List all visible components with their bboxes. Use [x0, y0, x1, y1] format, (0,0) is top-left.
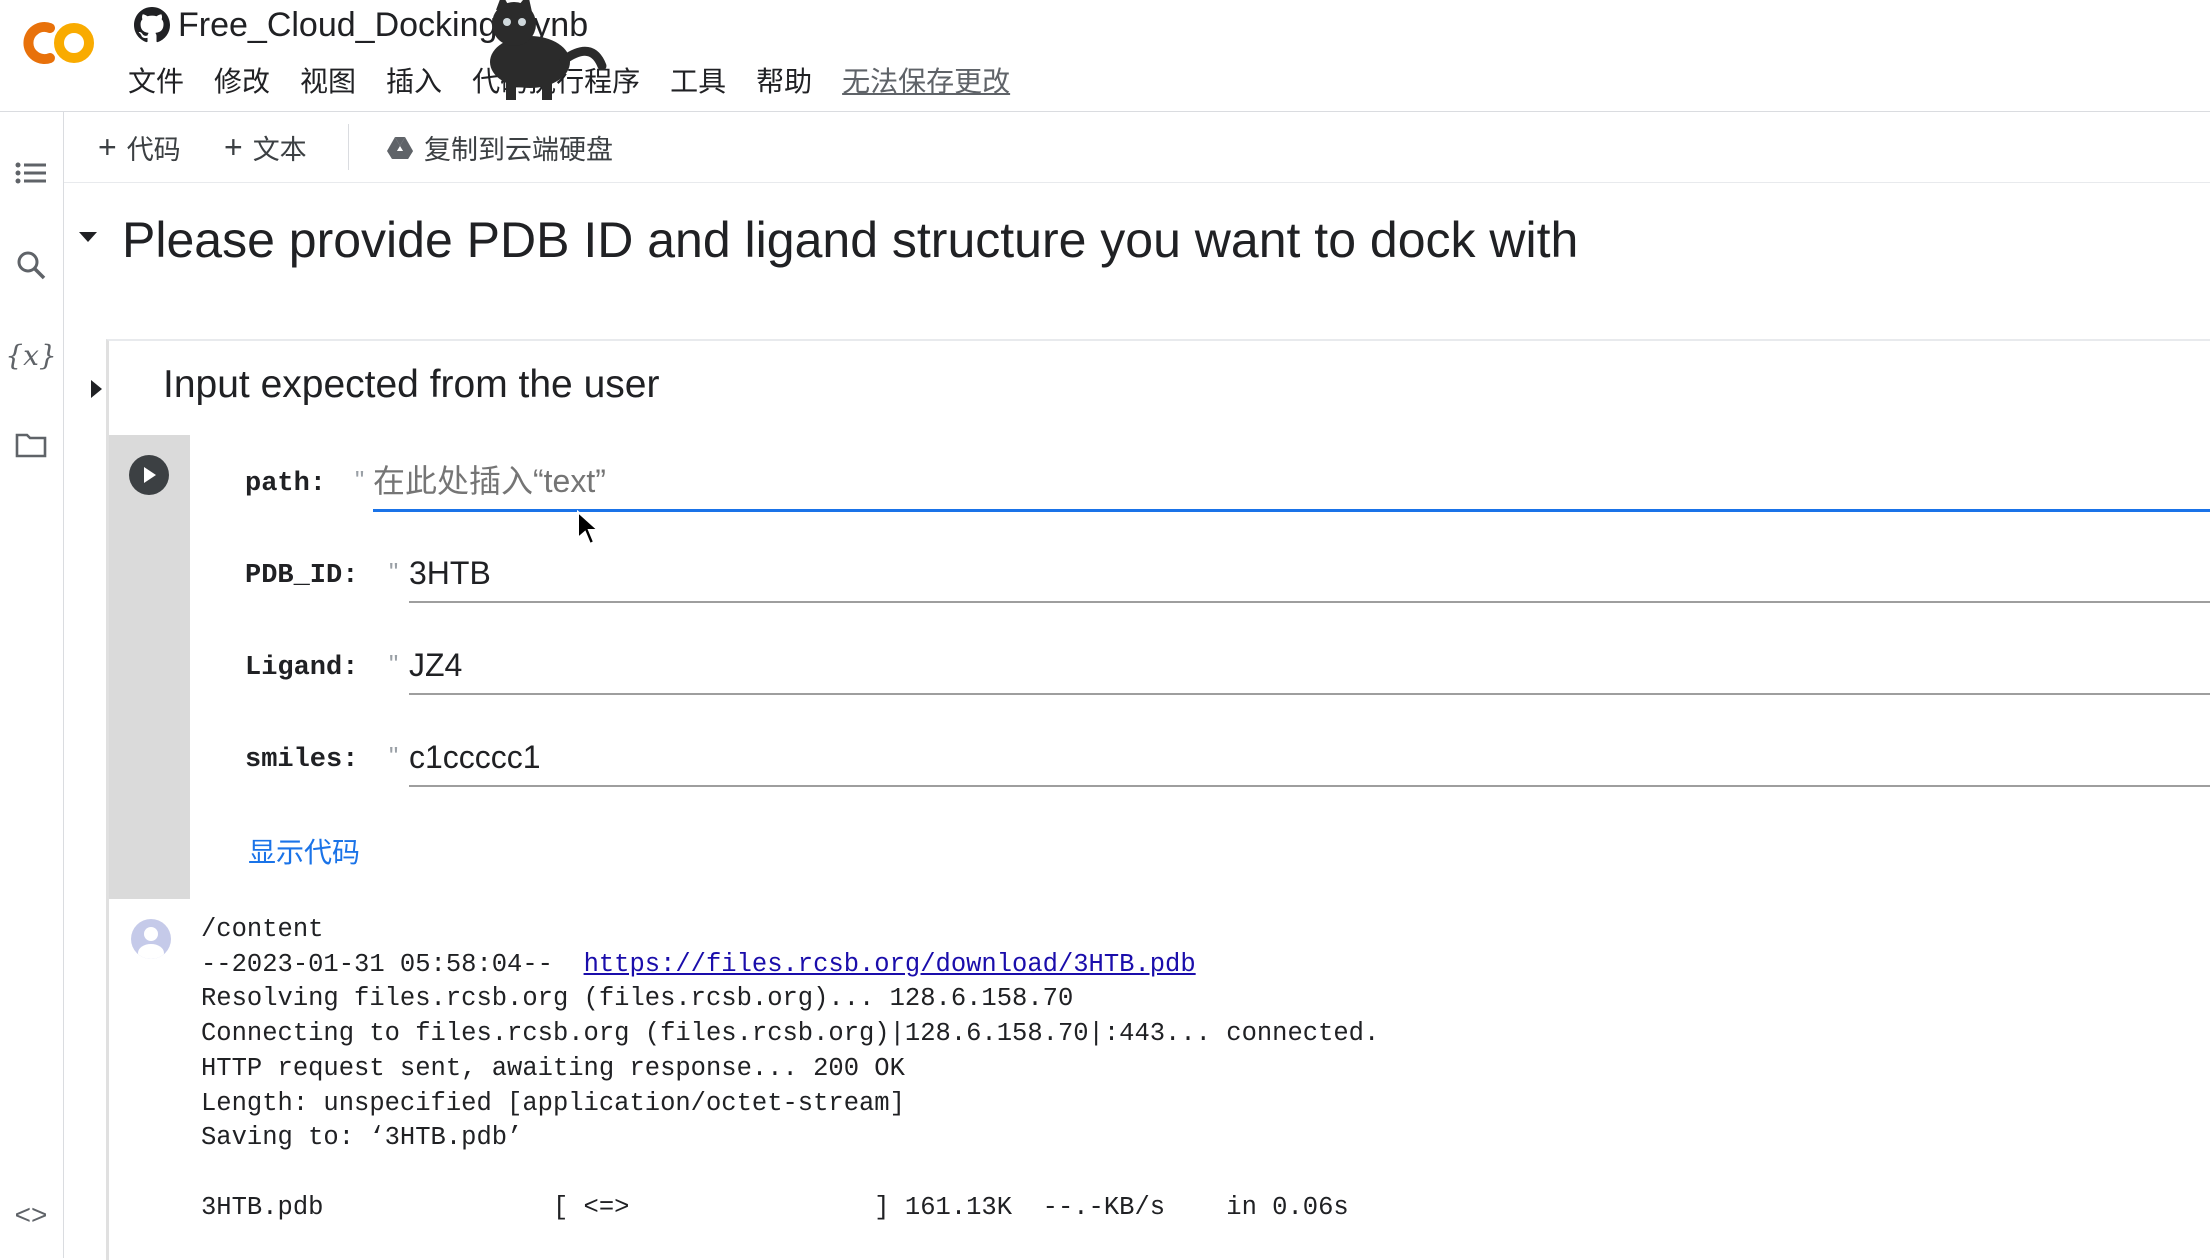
path-input-underline — [373, 509, 2210, 512]
menu-help[interactable]: 帮助 — [756, 60, 812, 104]
output-line: Saving to: ‘3HTB.pdb’ — [201, 1123, 523, 1153]
notebook-main: Please provide PDB ID and ligand structu… — [64, 183, 2210, 1260]
section-heading-row: Please provide PDB ID and ligand structu… — [64, 211, 1578, 269]
folder-icon[interactable] — [8, 422, 54, 468]
smiles-label: smiles: — [245, 745, 359, 775]
plus-icon: + — [224, 129, 243, 165]
output-line: HTTP request sent, awaiting response... … — [201, 1053, 905, 1083]
menu-runtime[interactable]: 代码执行程序 — [472, 60, 640, 104]
output-line: Connecting to files.rcsb.org (files.rcsb… — [201, 1019, 1380, 1049]
pdb-id-label: PDB_ID: — [245, 561, 359, 591]
pdb-id-input[interactable] — [407, 549, 2210, 597]
title-row: Free_Cloud_Docking.ipynb — [134, 2, 588, 48]
section-heading: Please provide PDB ID and ligand structu… — [122, 212, 1579, 268]
output-line: /content — [201, 915, 324, 944]
form-cell[interactable]: Input expected from the user path: " PDB… — [91, 339, 2210, 1260]
search-icon[interactable] — [8, 242, 54, 288]
pdb-id-quote: " — [389, 557, 399, 587]
unsaved-changes-link[interactable]: 无法保存更改 — [842, 60, 1010, 104]
output-line: --2023-01-31 05:58:04-- — [201, 949, 584, 979]
add-code-button[interactable]: + 代码 — [98, 128, 181, 167]
download-link[interactable]: https://files.rcsb.org/download/3HTB.pdb — [584, 950, 1196, 979]
show-code-link[interactable]: 显示代码 — [248, 831, 360, 871]
run-cell-button[interactable] — [129, 455, 169, 495]
notebook-toolbar: + 代码 + 文本 复制到云端硬盘 — [64, 112, 2210, 183]
plus-icon: + — [98, 129, 117, 165]
add-code-label: 代码 — [126, 135, 181, 165]
path-label: path: — [245, 469, 327, 499]
menu-insert[interactable]: 插入 — [386, 60, 442, 104]
cell-output: /content --2023-01-31 05:58:04-- https:/… — [109, 899, 2210, 1260]
add-text-button[interactable]: + 文本 — [224, 128, 307, 167]
smiles-quote: " — [389, 741, 399, 771]
left-sidebar: {x} — [0, 112, 64, 1258]
path-quote: " — [355, 465, 365, 495]
cell-subheading: Input expected from the user — [163, 363, 660, 406]
toolbar-divider — [348, 124, 349, 170]
ligand-input[interactable] — [407, 641, 2210, 689]
smiles-input[interactable] — [407, 733, 2210, 781]
ligand-quote: " — [389, 649, 399, 679]
cell-gutter — [109, 435, 190, 899]
output-line: Length: unspecified [application/octet-s… — [201, 1088, 905, 1118]
path-input[interactable] — [371, 457, 2210, 505]
menu-bar: 文件 修改 视图 插入 代码执行程序 工具 帮助 无法保存更改 — [128, 60, 1040, 104]
menu-tools[interactable]: 工具 — [670, 60, 726, 104]
ligand-underline — [409, 693, 2210, 695]
notebook-title[interactable]: Free_Cloud_Docking.ipynb — [178, 6, 588, 45]
output-avatar-icon — [131, 919, 171, 959]
copy-to-drive-label: 复制到云端硬盘 — [424, 135, 613, 165]
output-line: Resolving files.rcsb.org (files.rcsb.org… — [201, 984, 1074, 1014]
expand-subsection-caret-icon[interactable] — [87, 377, 105, 401]
colab-logo[interactable] — [14, 18, 98, 68]
output-text: /content --2023-01-31 05:58:04-- https:/… — [201, 913, 1379, 1225]
mouse-cursor-icon — [577, 510, 601, 546]
github-icon[interactable] — [134, 7, 170, 43]
app-header: Free_Cloud_Docking.ipynb 文件 修改 视图 插入 代码执… — [0, 0, 2210, 112]
output-line: 3HTB.pdb [ <=> ] 161.13K --.-KB/s in 0.0… — [201, 1192, 1349, 1222]
code-snippets-icon[interactable]: <> — [8, 1192, 54, 1238]
menu-view[interactable]: 视图 — [300, 60, 356, 104]
smiles-underline — [409, 785, 2210, 787]
add-text-label: 文本 — [252, 135, 307, 165]
variables-icon[interactable]: {x} — [5, 332, 56, 378]
copy-to-drive-button[interactable]: 复制到云端硬盘 — [386, 128, 613, 167]
play-icon — [144, 467, 156, 483]
menu-file[interactable]: 文件 — [128, 60, 184, 104]
table-of-contents-icon[interactable] — [8, 152, 54, 198]
pdb-id-underline — [409, 601, 2210, 603]
menu-edit[interactable]: 修改 — [214, 60, 270, 104]
drive-icon — [387, 136, 413, 159]
ligand-label: Ligand: — [245, 653, 359, 683]
